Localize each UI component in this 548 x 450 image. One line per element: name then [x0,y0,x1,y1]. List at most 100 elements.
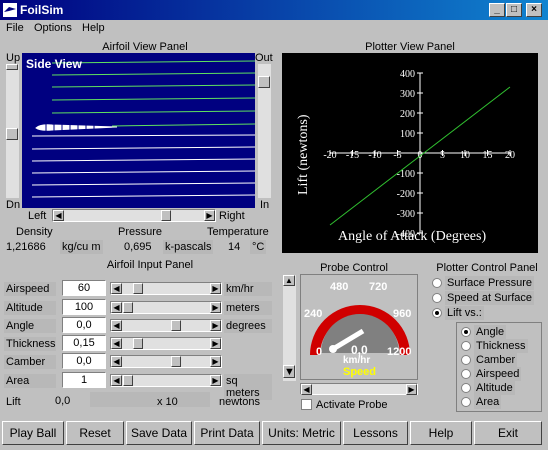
y-tick-label: -300 [397,209,415,220]
radio-lift-vs[interactable] [432,308,442,319]
plot-ylabel: Lift (newtons) [296,114,311,195]
gauge-tick-960: 960 [393,308,412,320]
radio-angle[interactable] [461,327,471,338]
pan-right-arrow-icon[interactable]: ▶ [204,210,215,221]
help-button[interactable]: Help [410,421,472,445]
camber-slider-left-arrow-icon[interactable]: ◀ [111,356,122,367]
right-label: Right [219,210,245,222]
radio-airspeed[interactable] [461,369,471,380]
area-label: Area [4,374,56,388]
thickness-slider-thumb[interactable] [133,338,143,349]
probe-vscroll-thumb[interactable]: ▼ [283,365,295,378]
airspeed-slider-right-arrow-icon[interactable]: ▶ [210,283,221,294]
scroll-up-arrow-icon[interactable] [6,64,18,70]
view-right-scrollbar[interactable] [258,64,271,198]
radio-altitude[interactable] [461,383,471,394]
zoom-scrollbar[interactable] [6,64,19,198]
option-surface-pressure[interactable]: Surface Pressure [432,276,534,290]
temperature-value: 14 [228,241,241,253]
x-tick-label: -15 [346,150,359,161]
gauge-tick-240: 240 [304,308,323,320]
units-metric-button[interactable]: Units: Metric [262,421,341,445]
altitude-slider-thumb[interactable] [123,302,133,313]
minimize-button[interactable]: _ [489,3,505,17]
probe-right-arrow-icon[interactable]: ▶ [406,384,417,395]
option-speed-at-surface[interactable]: Speed at Surface [432,291,535,305]
altitude-slider-right-arrow-icon[interactable]: ▶ [210,302,221,313]
camber-slider-thumb[interactable] [171,356,181,367]
zoom-scroll-thumb[interactable] [6,128,18,140]
lift-vs-option-airspeed[interactable]: Airspeed [461,367,522,381]
thickness-label: Thickness [4,337,56,351]
thickness-slider-left-arrow-icon[interactable]: ◀ [111,338,122,349]
probe-vertical-scrollbar[interactable]: ▲ ▼ [283,275,296,381]
airspeed-slider-left-arrow-icon[interactable]: ◀ [111,283,122,294]
altitude-input[interactable]: 100 [62,299,106,315]
radio-camber[interactable] [461,355,471,366]
temperature-label: Temperature [207,226,269,238]
probe-horizontal-scrollbar[interactable]: ◀ ▶ [300,383,418,395]
angle-slider-left-arrow-icon[interactable]: ◀ [111,320,122,331]
area-slider-left-arrow-icon[interactable]: ◀ [111,375,122,386]
pan-scrollbar[interactable]: ◀ ▶ [52,209,216,222]
lift-unit: newtons [219,396,260,408]
thickness-slider[interactable]: ◀ ▶ [110,337,222,350]
lift-vs-option-thickness[interactable]: Thickness [461,339,528,353]
density-label: Density [16,226,53,238]
angle-slider-thumb[interactable] [171,320,181,331]
view-right-scroll-thumb[interactable] [258,76,270,88]
gauge-tick-480: 480 [330,281,349,293]
airspeed-input[interactable]: 60 [62,280,106,296]
plotter-canvas: -20-15-10-505101520400300200100-100-200-… [282,53,538,253]
print-data-button[interactable]: Print Data [194,421,260,445]
x-tick-label: -20 [323,150,336,161]
airspeed-label: Airspeed [4,282,56,296]
menu-help[interactable]: Help [82,22,105,34]
lift-vs-option-area[interactable]: Area [461,395,502,409]
altitude-slider-left-arrow-icon[interactable]: ◀ [111,302,122,313]
reset-button[interactable]: Reset [66,421,124,445]
angle-slider[interactable]: ◀ ▶ [110,319,222,332]
exit-button[interactable]: Exit [474,421,542,445]
lift-vs-option-angle[interactable]: Angle [461,325,507,339]
radio-thickness[interactable] [461,341,471,352]
camber-input[interactable]: 0,0 [62,353,106,369]
close-button[interactable]: × [526,3,542,17]
lift-vs-option-altitude[interactable]: Altitude [461,381,515,395]
thickness-slider-right-arrow-icon[interactable]: ▶ [210,338,221,349]
airspeed-slider[interactable]: ◀ ▶ [110,282,222,295]
radio-speed-at-surface[interactable] [432,293,442,304]
area-input[interactable]: 1 [62,372,106,388]
streamlines [31,60,255,198]
airfoil-view-canvas[interactable]: Side View [22,53,255,208]
probe-left-arrow-icon[interactable]: ◀ [301,384,312,395]
angle-input[interactable]: 0,0 [62,317,106,333]
area-slider-right-arrow-icon[interactable]: ▶ [210,375,221,386]
menu-file[interactable]: File [6,22,24,34]
area-slider-thumb[interactable] [123,375,133,386]
save-data-button[interactable]: Save Data [126,421,192,445]
pressure-label: Pressure [118,226,163,238]
camber-slider-right-arrow-icon[interactable]: ▶ [210,356,221,367]
pan-left-arrow-icon[interactable]: ◀ [53,210,64,221]
radio-surface-pressure[interactable] [432,278,442,289]
activate-probe-checkbox[interactable] [301,399,312,410]
radio-area[interactable] [461,397,471,408]
play-ball-button[interactable]: Play Ball [2,421,64,445]
option-lift-vs[interactable]: Lift vs.: [432,306,484,320]
probe-up-arrow-icon[interactable]: ▲ [283,275,295,286]
menu-options[interactable]: Options [34,22,72,34]
pan-scroll-thumb[interactable] [161,210,171,221]
area-slider[interactable]: ◀ ▶ [110,374,222,387]
angle-slider-right-arrow-icon[interactable]: ▶ [210,320,221,331]
lessons-button[interactable]: Lessons [343,421,408,445]
thickness-input[interactable]: 0,15 [62,335,106,351]
x-tick-label: -5 [393,150,401,161]
airspeed-slider-thumb[interactable] [133,283,143,294]
lift-vs-option-camber[interactable]: Camber [461,353,518,367]
camber-slider[interactable]: ◀ ▶ [110,355,222,368]
maximize-button[interactable]: □ [506,3,522,17]
y-tick-label: 200 [400,109,415,120]
angle-label: Angle [4,319,56,333]
altitude-slider[interactable]: ◀ ▶ [110,301,222,314]
